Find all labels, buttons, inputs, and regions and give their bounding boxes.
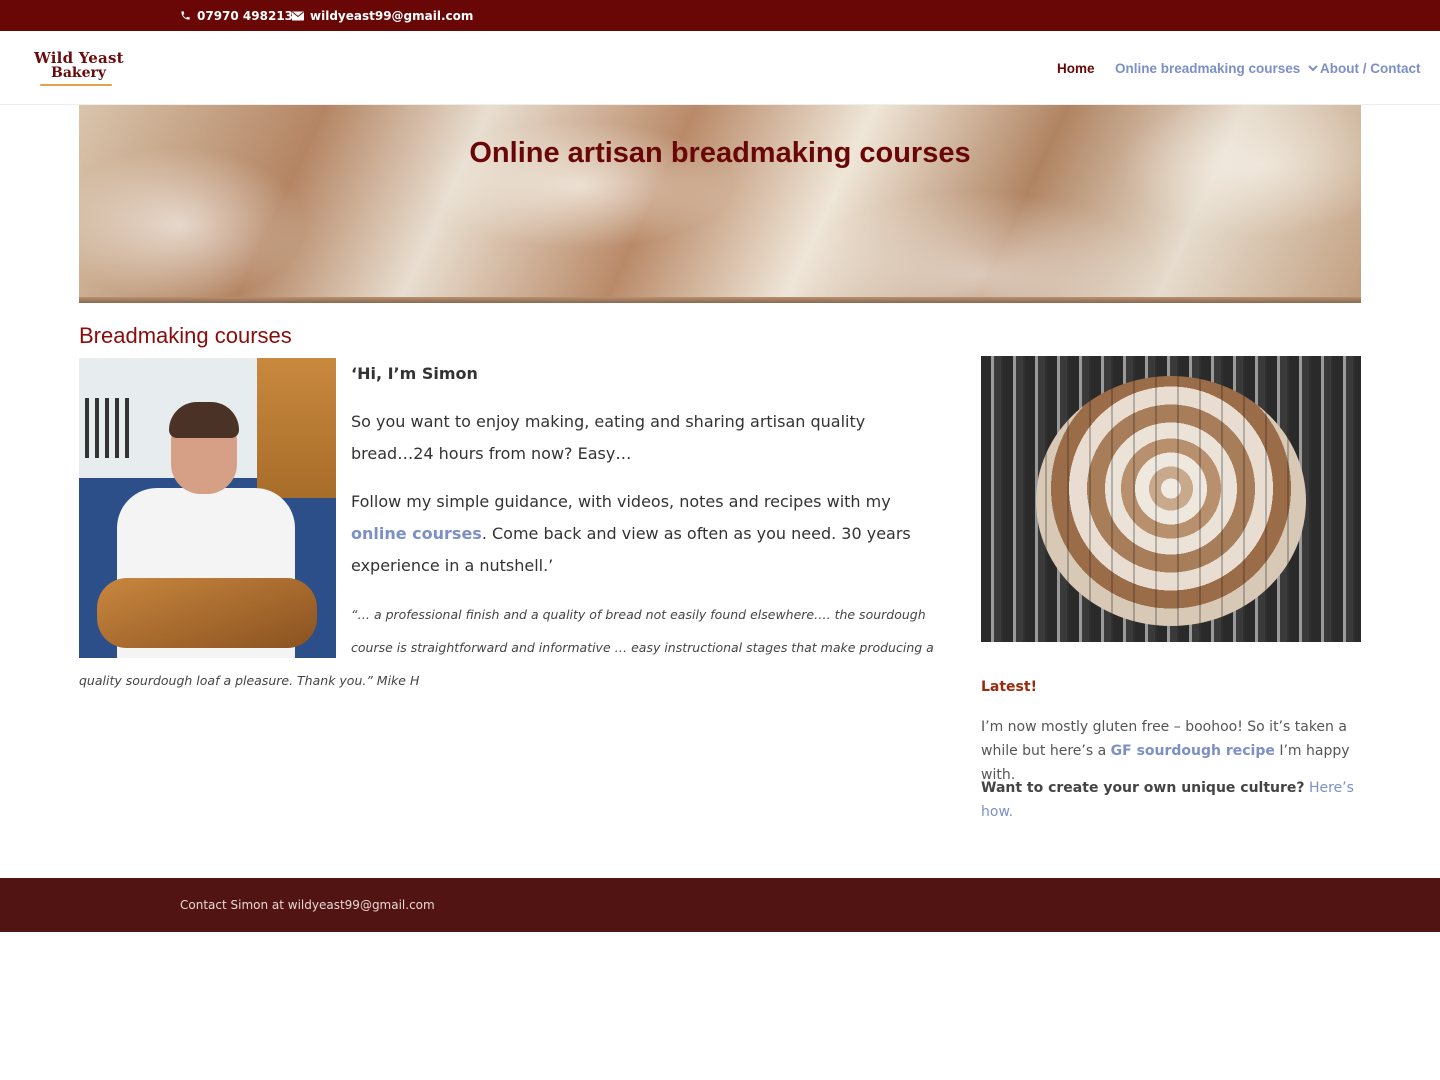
photo-breads	[97, 578, 317, 648]
section-title: Breadmaking courses	[79, 323, 292, 348]
site-footer: Contact Simon at wildyeast99@gmail.com	[0, 878, 1440, 932]
intro-paragraph-2: Follow my simple guidance, with videos, …	[351, 486, 921, 582]
p2-text-before: Follow my simple guidance, with videos, …	[351, 492, 891, 511]
email-contact[interactable]: wildyeast99@gmail.com	[292, 0, 473, 31]
hero-title: Online artisan breadmaking courses	[469, 137, 971, 169]
online-courses-link[interactable]: online courses	[351, 524, 482, 543]
site-logo[interactable]: Wild Yeast Bakery	[34, 49, 124, 89]
top-bar: 07970 498213 wildyeast99@gmail.com	[0, 0, 1440, 31]
phone-icon	[181, 11, 190, 20]
culture-paragraph: Want to create your own unique culture? …	[981, 776, 1371, 824]
phone-contact[interactable]: 07970 498213	[180, 0, 293, 31]
testimonial-line-1: “… a professional finish and a quality o…	[351, 607, 926, 622]
phone-number: 07970 498213	[197, 8, 294, 23]
photo-knives	[85, 398, 135, 458]
testimonial-line-3: quality sourdough loaf a pleasure. Thank…	[79, 673, 420, 688]
footer-contact-text: Contact Simon at wildyeast99@gmail.com	[180, 898, 435, 912]
nav-about-contact[interactable]: About / Contact	[1320, 31, 1421, 105]
greeting: ‘Hi, I’m Simon	[351, 364, 478, 383]
email-address: wildyeast99@gmail.com	[310, 8, 474, 23]
testimonial-line-2: course is straightforward and informativ…	[351, 640, 934, 655]
latest-heading: Latest!	[981, 679, 1037, 695]
envelope-icon	[292, 11, 304, 20]
gf-sourdough-recipe-link[interactable]: GF sourdough recipe	[1111, 743, 1275, 759]
loaf-shape	[1036, 376, 1306, 626]
simon-photo	[79, 358, 336, 658]
chevron-down-icon	[1308, 64, 1319, 71]
photo-cupboard	[257, 358, 336, 498]
nav-home[interactable]: Home	[1057, 31, 1095, 105]
culture-question: Want to create your own unique culture?	[981, 780, 1305, 796]
intro-paragraph-1: So you want to enjoy making, eating and …	[351, 412, 866, 463]
site-header: Wild Yeast Bakery Home Online breadmakin…	[0, 31, 1440, 105]
sourdough-loaf-photo	[981, 356, 1361, 642]
hero-banner: Online artisan breadmaking courses	[79, 105, 1361, 303]
hero-bottom-edge	[79, 297, 1361, 303]
photo-hair	[169, 402, 239, 438]
logo-line-2: Bakery	[51, 65, 107, 81]
nav-online-courses-label: Online breadmaking courses	[1115, 60, 1301, 76]
nav-online-courses[interactable]: Online breadmaking courses	[1115, 31, 1319, 105]
logo-underline	[40, 84, 112, 86]
